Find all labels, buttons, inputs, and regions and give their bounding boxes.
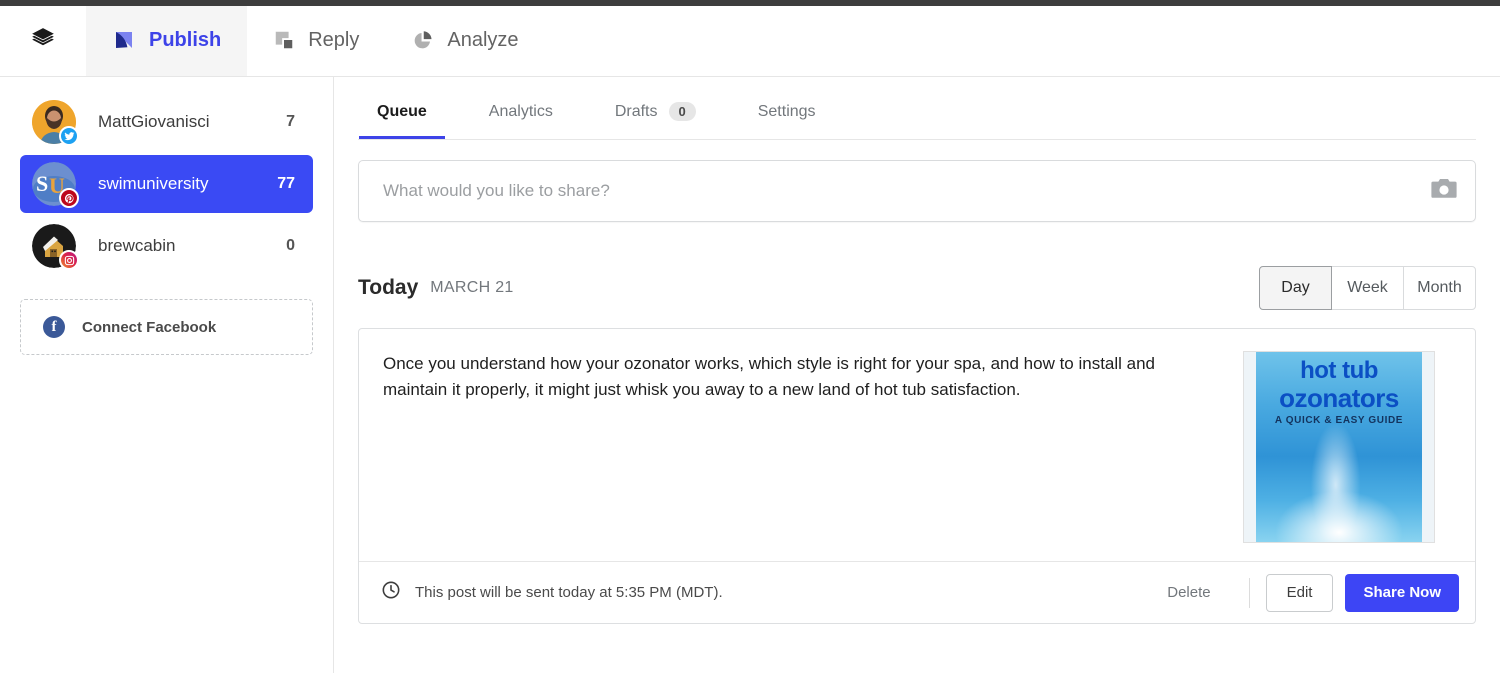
account-name: brewcabin	[98, 236, 176, 255]
range-month-button[interactable]: Month	[1403, 266, 1476, 310]
schedule-title: Today	[358, 276, 419, 299]
nav-label-publish: Publish	[149, 28, 222, 51]
post-schedule-info: This post will be sent today at 5:35 PM …	[381, 580, 723, 605]
composer-box[interactable]: What would you like to share?	[358, 160, 1476, 222]
edit-button[interactable]: Edit	[1265, 573, 1334, 612]
tab-label-queue: Queue	[377, 103, 427, 120]
avatar	[32, 224, 79, 270]
post-footer: This post will be sent today at 5:35 PM …	[359, 561, 1475, 623]
avatar	[32, 100, 79, 146]
account-sidebar: MattGiovanisci 7 S U swimuniversity 77 b…	[0, 77, 334, 673]
nav-label-reply: Reply	[308, 28, 360, 51]
nav-item-publish[interactable]: Publish	[86, 6, 248, 76]
tab-analytics[interactable]: Analytics	[471, 103, 571, 139]
drafts-count-badge: 0	[668, 102, 696, 121]
svg-text:S: S	[36, 171, 48, 196]
thumbnail-subtitle: A QUICK & EASY GUIDE	[1274, 415, 1404, 426]
account-queue-count: 0	[286, 237, 295, 254]
avatar: S U	[32, 162, 79, 208]
queued-post-card: Once you understand how your ozonator wo…	[358, 328, 1476, 624]
range-day-button[interactable]: Day	[1259, 266, 1332, 310]
publish-flag-icon	[112, 28, 136, 52]
post-thumbnail[interactable]: hot tub ozonators A QUICK & EASY GUIDE	[1243, 351, 1435, 543]
tab-label-drafts: Drafts	[614, 102, 658, 120]
nav-item-analyze[interactable]: Analyze	[385, 6, 544, 76]
stacked-layers-icon	[30, 26, 56, 57]
thumbnail-title-line1: hot tub	[1300, 357, 1378, 384]
share-now-button[interactable]: Share Now	[1345, 573, 1459, 612]
post-text: Once you understand how your ozonator wo…	[383, 354, 1156, 400]
tab-label-analytics: Analytics	[488, 103, 553, 120]
post-body: Once you understand how your ozonator wo…	[359, 329, 1475, 561]
camera-icon[interactable]	[1431, 178, 1457, 205]
pie-chart-icon	[411, 29, 434, 52]
connect-facebook-button[interactable]: f Connect Facebook	[20, 299, 313, 355]
content-tabs: Queue Analytics Drafts 0 Settings	[358, 77, 1476, 140]
account-queue-count: 7	[286, 113, 295, 130]
tab-label-settings: Settings	[757, 103, 816, 120]
nav-label-analyze: Analyze	[447, 28, 519, 51]
main-content: Queue Analytics Drafts 0 Settings What w…	[334, 77, 1500, 673]
tab-queue[interactable]: Queue	[359, 103, 445, 139]
account-name: swimuniversity	[98, 174, 209, 193]
pinterest-badge-icon	[59, 188, 79, 208]
reply-squares-icon	[273, 29, 295, 51]
main-navigation: Publish Reply Analyze	[0, 6, 1500, 77]
range-week-button[interactable]: Week	[1331, 266, 1404, 310]
schedule-date: MARCH 21	[430, 279, 514, 296]
instagram-badge-icon	[59, 250, 79, 270]
thumbnail-title-line2: ozonators	[1279, 383, 1399, 413]
facebook-icon: f	[43, 316, 65, 338]
delete-button[interactable]: Delete	[1145, 584, 1232, 601]
schedule-header: Today MARCH 21 Day Week Month	[358, 266, 1476, 310]
twitter-badge-icon	[59, 126, 79, 146]
post-actions: Delete Edit Share Now	[1145, 573, 1459, 612]
nav-item-reply[interactable]: Reply	[247, 6, 385, 76]
sidebar-account-brewcabin[interactable]: brewcabin 0	[20, 217, 313, 275]
account-queue-count: 77	[277, 175, 295, 192]
sidebar-account-mattgiovanisci[interactable]: MattGiovanisci 7	[20, 93, 313, 151]
account-name: MattGiovanisci	[98, 112, 210, 131]
app-logo[interactable]	[0, 6, 86, 76]
clock-icon	[381, 580, 401, 605]
post-schedule-text: This post will be sent today at 5:35 PM …	[415, 584, 723, 601]
range-toggle-group: Day Week Month	[1259, 266, 1476, 310]
tab-drafts[interactable]: Drafts 0	[597, 102, 714, 139]
action-divider	[1248, 577, 1250, 608]
tab-settings[interactable]: Settings	[740, 103, 834, 139]
connect-facebook-label: Connect Facebook	[82, 318, 217, 336]
composer-placeholder: What would you like to share?	[383, 181, 610, 200]
sidebar-account-swimuniversity[interactable]: S U swimuniversity 77	[20, 155, 313, 213]
